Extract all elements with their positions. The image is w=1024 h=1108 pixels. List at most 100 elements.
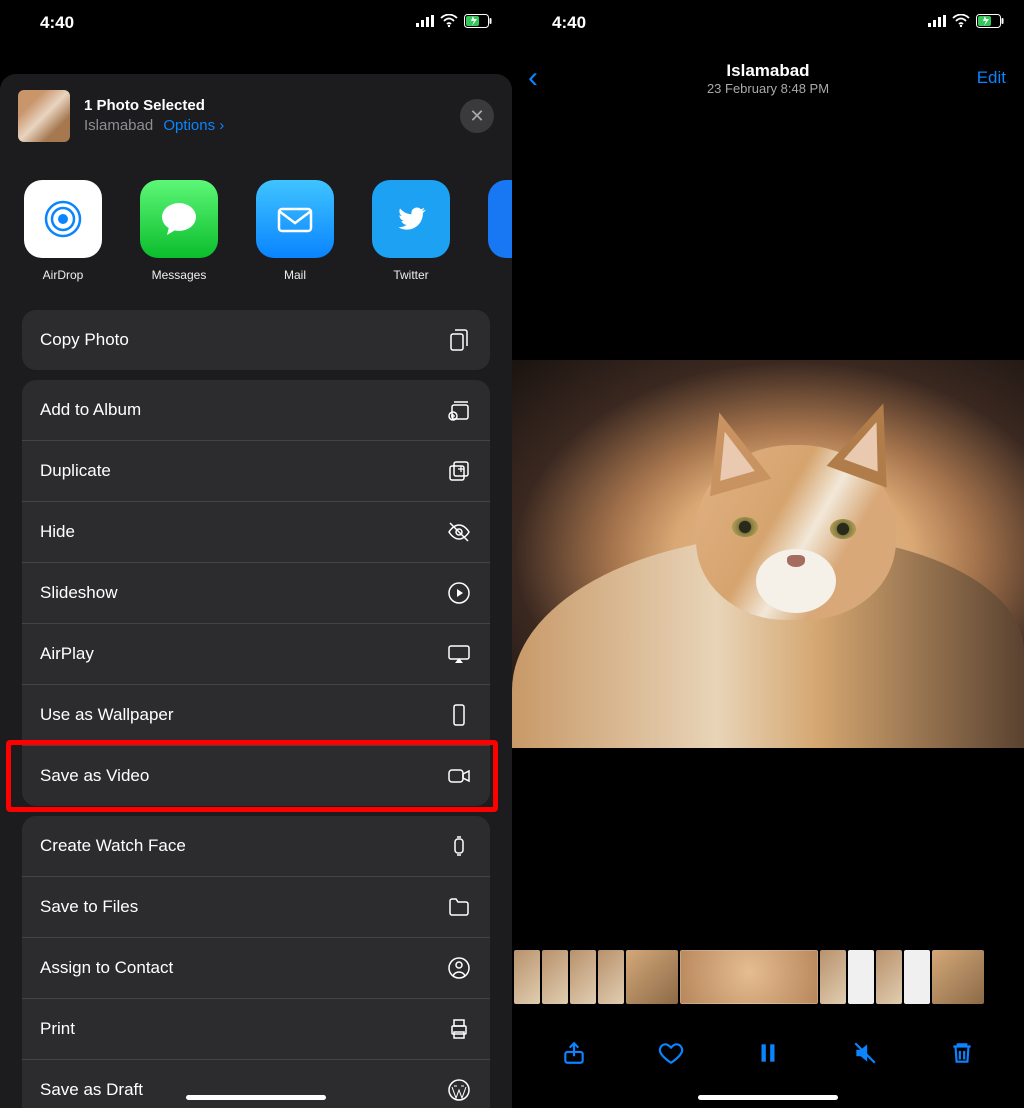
facebook-icon bbox=[488, 180, 512, 258]
airplay-icon bbox=[446, 641, 472, 667]
photo-viewport[interactable] bbox=[512, 360, 1024, 748]
cat-photo bbox=[512, 360, 1024, 748]
printer-icon bbox=[446, 1016, 472, 1042]
action-group: Copy Photo bbox=[22, 310, 490, 370]
action-copy-photo[interactable]: Copy Photo bbox=[22, 310, 490, 370]
pause-button[interactable] bbox=[752, 1037, 784, 1069]
share-button[interactable] bbox=[558, 1037, 590, 1069]
viewer-subtitle: 23 February 8:48 PM bbox=[512, 81, 1024, 96]
copy-icon bbox=[446, 327, 472, 353]
action-label: Print bbox=[40, 1019, 75, 1039]
app-label: Messages bbox=[152, 268, 207, 282]
thumb-item[interactable] bbox=[820, 950, 846, 1004]
share-sheet-title: 1 Photo Selected bbox=[84, 96, 446, 116]
wifi-icon bbox=[952, 13, 970, 33]
airdrop-icon bbox=[24, 180, 102, 258]
share-sheet-screen: 4:40 1 Photo Selected Islamabad Options bbox=[0, 0, 512, 1108]
action-slideshow[interactable]: Slideshow bbox=[22, 562, 490, 623]
phone-icon bbox=[446, 702, 472, 728]
watch-icon bbox=[446, 833, 472, 859]
battery-charging-icon bbox=[976, 13, 1004, 33]
messages-icon bbox=[140, 180, 218, 258]
thumb-item[interactable] bbox=[570, 950, 596, 1004]
delete-button[interactable] bbox=[946, 1037, 978, 1069]
thumb-item[interactable] bbox=[598, 950, 624, 1004]
action-label: Duplicate bbox=[40, 461, 111, 481]
action-label: Add to Album bbox=[40, 400, 141, 420]
action-label: AirPlay bbox=[40, 644, 94, 664]
options-link[interactable]: Options › bbox=[163, 117, 224, 134]
action-save-as-draft[interactable]: Save as Draft bbox=[22, 1059, 490, 1108]
action-create-watch-face[interactable]: Create Watch Face bbox=[22, 816, 490, 876]
viewer-title: Islamabad bbox=[512, 61, 1024, 81]
signal-icon bbox=[416, 13, 434, 33]
album-add-icon bbox=[446, 397, 472, 423]
wordpress-icon bbox=[446, 1077, 472, 1103]
app-facebook[interactable]: Fac bbox=[488, 180, 512, 282]
favorite-button[interactable] bbox=[655, 1037, 687, 1069]
close-icon: ✕ bbox=[469, 106, 484, 127]
app-label: AirDrop bbox=[43, 268, 84, 282]
thumb-item-selected[interactable] bbox=[680, 950, 818, 1004]
status-time: 4:40 bbox=[40, 13, 74, 33]
wifi-icon bbox=[440, 13, 458, 33]
status-bar: 4:40 bbox=[512, 0, 1024, 46]
thumb-item[interactable] bbox=[848, 950, 874, 1004]
action-duplicate[interactable]: Duplicate bbox=[22, 440, 490, 501]
thumb-item[interactable] bbox=[904, 950, 930, 1004]
share-sheet-location: Islamabad bbox=[84, 117, 153, 134]
duplicate-icon bbox=[446, 458, 472, 484]
selected-photo-thumbnail bbox=[18, 90, 70, 142]
action-hide[interactable]: Hide bbox=[22, 501, 490, 562]
action-label: Hide bbox=[40, 522, 75, 542]
action-airplay[interactable]: AirPlay bbox=[22, 623, 490, 684]
action-assign-to-contact[interactable]: Assign to Contact bbox=[22, 937, 490, 998]
action-print[interactable]: Print bbox=[22, 998, 490, 1059]
app-airdrop[interactable]: AirDrop bbox=[24, 180, 102, 282]
mail-icon bbox=[256, 180, 334, 258]
action-label: Use as Wallpaper bbox=[40, 705, 174, 725]
action-use-as-wallpaper[interactable]: Use as Wallpaper bbox=[22, 684, 490, 745]
signal-icon bbox=[928, 13, 946, 33]
folder-icon bbox=[446, 894, 472, 920]
thumb-item[interactable] bbox=[626, 950, 678, 1004]
action-label: Assign to Contact bbox=[40, 958, 173, 978]
action-label: Slideshow bbox=[40, 583, 118, 603]
action-label: Save to Files bbox=[40, 897, 138, 917]
share-apps-row: AirDrop Messages Mail Twitter bbox=[0, 158, 512, 300]
app-twitter[interactable]: Twitter bbox=[372, 180, 450, 282]
thumb-item[interactable] bbox=[514, 950, 540, 1004]
hide-icon bbox=[446, 519, 472, 545]
action-save-to-files[interactable]: Save to Files bbox=[22, 876, 490, 937]
twitter-icon bbox=[372, 180, 450, 258]
thumb-item[interactable] bbox=[542, 950, 568, 1004]
home-indicator[interactable] bbox=[186, 1095, 326, 1100]
status-bar: 4:40 bbox=[0, 0, 512, 46]
action-label: Create Watch Face bbox=[40, 836, 186, 856]
thumb-item[interactable] bbox=[876, 950, 902, 1004]
person-circle-icon bbox=[446, 955, 472, 981]
close-button[interactable]: ✕ bbox=[460, 99, 494, 133]
app-messages[interactable]: Messages bbox=[140, 180, 218, 282]
edit-button[interactable]: Edit bbox=[977, 68, 1006, 88]
thumbnail-strip[interactable] bbox=[512, 950, 1024, 1004]
chevron-right-icon: › bbox=[219, 117, 224, 134]
battery-charging-icon bbox=[464, 13, 492, 33]
app-mail[interactable]: Mail bbox=[256, 180, 334, 282]
home-indicator[interactable] bbox=[698, 1095, 838, 1100]
status-time: 4:40 bbox=[552, 13, 586, 33]
viewer-header: ‹ Islamabad 23 February 8:48 PM Edit bbox=[512, 46, 1024, 110]
photo-viewer-screen: 4:40 ‹ Islamabad 23 February 8:48 PM Edi… bbox=[512, 0, 1024, 1108]
action-group: Create Watch Face Save to Files Assign t… bbox=[22, 816, 490, 1108]
bottom-toolbar bbox=[512, 1024, 1024, 1082]
action-label: Save as Draft bbox=[40, 1080, 143, 1100]
app-label: Twitter bbox=[393, 268, 428, 282]
back-button[interactable]: ‹ bbox=[528, 61, 538, 95]
share-sheet: 1 Photo Selected Islamabad Options › ✕ A… bbox=[0, 74, 512, 1108]
app-label: Mail bbox=[284, 268, 306, 282]
action-add-to-album[interactable]: Add to Album bbox=[22, 380, 490, 440]
thumb-item[interactable] bbox=[932, 950, 984, 1004]
highlight-save-as-video bbox=[6, 740, 498, 812]
mute-button[interactable] bbox=[849, 1037, 881, 1069]
play-circle-icon bbox=[446, 580, 472, 606]
